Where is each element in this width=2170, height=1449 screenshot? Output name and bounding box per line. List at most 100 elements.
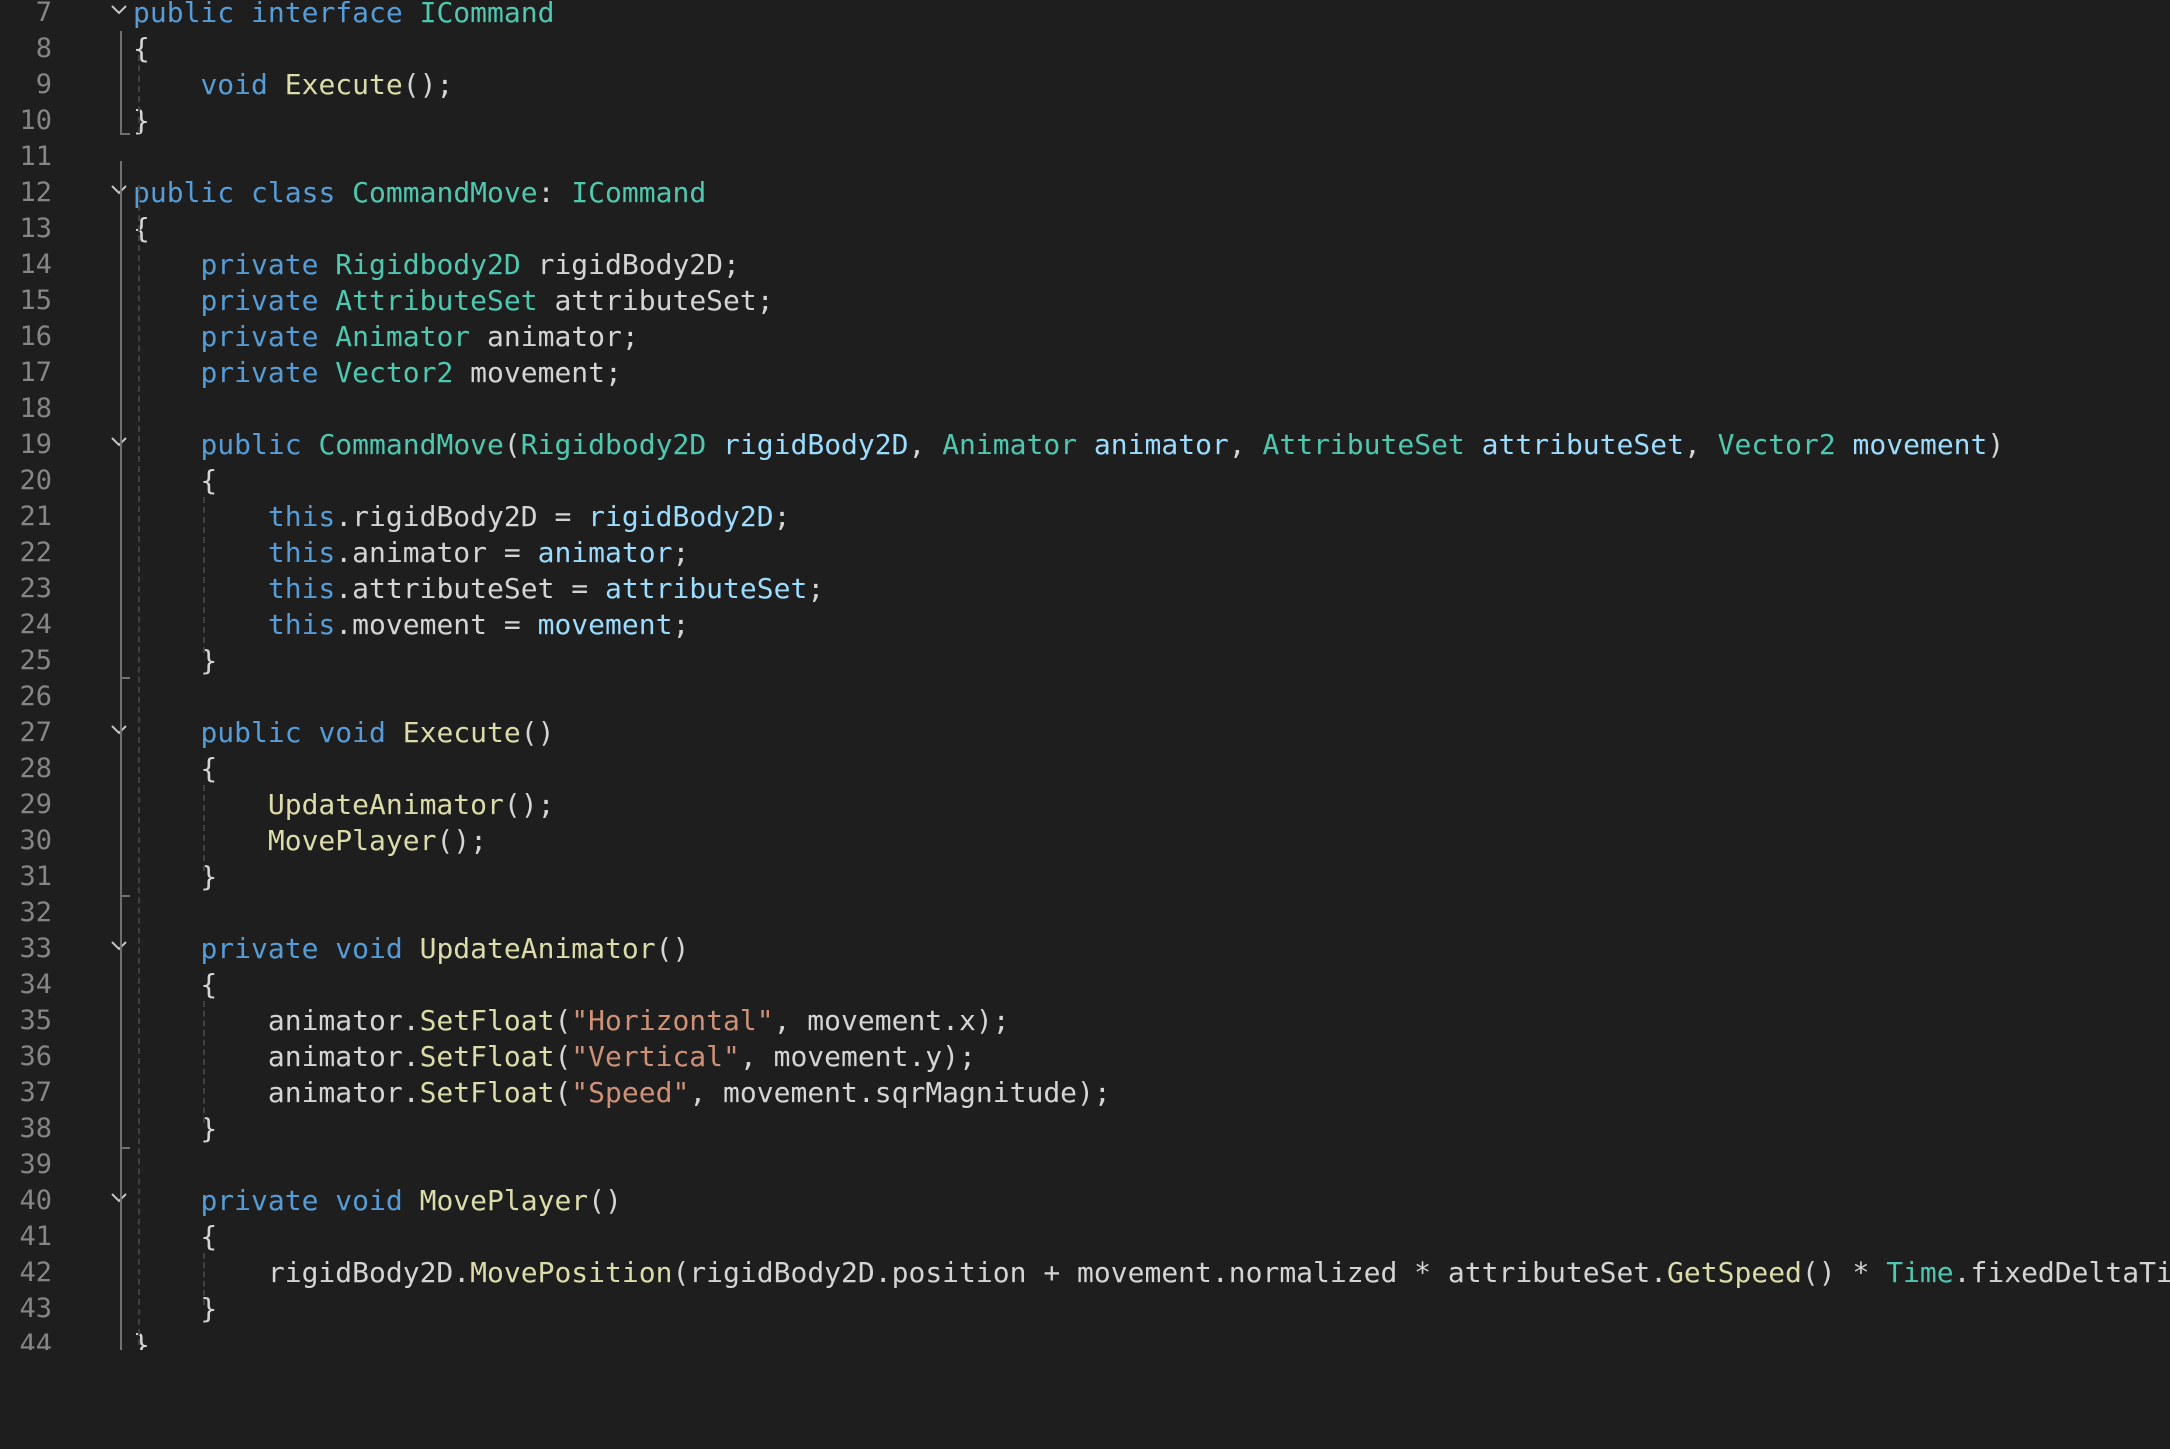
code-line[interactable]: 31 }	[0, 859, 2170, 895]
code-text[interactable]: private Rigidbody2D rigidBody2D;	[133, 247, 739, 283]
code-line[interactable]: 40 private void MovePlayer()	[0, 1183, 2170, 1219]
code-text[interactable]: }	[133, 103, 150, 139]
code-line[interactable]: 20 {	[0, 463, 2170, 499]
code-line[interactable]: 32	[0, 895, 2170, 931]
code-line[interactable]: 41 {	[0, 1219, 2170, 1255]
code-text[interactable]: UpdateAnimator();	[133, 787, 555, 823]
code-line[interactable]: 37 animator.SetFloat("Speed", movement.s…	[0, 1075, 2170, 1111]
code-token: this	[267, 572, 336, 605]
code-text[interactable]: {	[133, 31, 150, 67]
code-line[interactable]: 14 private Rigidbody2D rigidBody2D;	[0, 247, 2170, 283]
code-line[interactable]: 27 public void Execute()	[0, 715, 2170, 751]
code-token: AttributeSet	[1262, 428, 1482, 461]
code-token: ()	[655, 932, 690, 965]
code-text[interactable]: {	[133, 751, 217, 787]
line-number: 15	[19, 285, 52, 316]
code-text[interactable]: {	[133, 967, 217, 1003]
code-line[interactable]: 38 }	[0, 1111, 2170, 1147]
code-token: .animator =	[335, 536, 538, 569]
code-token: public	[200, 716, 319, 749]
code-token: "Speed"	[571, 1076, 690, 1109]
code-text[interactable]: private void UpdateAnimator()	[133, 931, 689, 967]
chevron-down-icon[interactable]	[108, 0, 134, 25]
code-line[interactable]: 12 public class CommandMove: ICommand	[0, 175, 2170, 211]
code-editor[interactable]: 7 public interface ICommand 8{9 void Execu…	[0, 0, 2170, 1449]
code-text[interactable]: this.animator = animator;	[133, 535, 689, 571]
line-number: 36	[19, 1041, 52, 1072]
code-text[interactable]: this.movement = movement;	[133, 607, 689, 643]
code-line[interactable]: 30 MovePlayer();	[0, 823, 2170, 859]
line-number: 23	[19, 573, 52, 604]
code-line[interactable]: 8{	[0, 31, 2170, 67]
code-token: rigidBody2D	[588, 500, 774, 533]
bracket-guide	[120, 455, 122, 679]
code-text[interactable]: rigidBody2D.MovePosition(rigidBody2D.pos…	[133, 1255, 2170, 1291]
code-token: attributeSet	[605, 572, 808, 605]
code-text[interactable]: animator.SetFloat("Speed", movement.sqrM…	[133, 1075, 1111, 1111]
code-line[interactable]: 10}	[0, 103, 2170, 139]
code-line[interactable]: 42 rigidBody2D.MovePosition(rigidBody2D.…	[0, 1255, 2170, 1291]
code-line[interactable]: 19 public CommandMove(Rigidbody2D rigidB…	[0, 427, 2170, 463]
code-text[interactable]: MovePlayer();	[133, 823, 487, 859]
editor-empty-area	[0, 1350, 2170, 1449]
code-line[interactable]: 13 {	[0, 211, 2170, 247]
code-text[interactable]: public CommandMove(Rigidbody2D rigidBody…	[133, 427, 2004, 463]
code-text[interactable]: public void Execute()	[133, 715, 554, 751]
code-text[interactable]: }	[133, 1327, 150, 1350]
indent-guide	[203, 497, 205, 653]
code-line[interactable]: 7 public interface ICommand	[0, 0, 2170, 31]
code-line[interactable]: 36 animator.SetFloat("Vertical", movemen…	[0, 1039, 2170, 1075]
code-line[interactable]: 9 void Execute();	[0, 67, 2170, 103]
code-line[interactable]: 29 UpdateAnimator();	[0, 787, 2170, 823]
code-text[interactable]: private AttributeSet attributeSet;	[133, 283, 773, 319]
code-line[interactable]: 39	[0, 1147, 2170, 1183]
code-token: ,	[1228, 428, 1263, 461]
line-number: 10	[19, 105, 52, 136]
code-line[interactable]: 26	[0, 679, 2170, 715]
code-token: {	[133, 752, 218, 785]
code-area[interactable]: 7 public interface ICommand 8{9 void Execu…	[0, 0, 2170, 1350]
code-token: this	[267, 608, 336, 641]
code-token: CommandMove	[352, 176, 538, 209]
code-line[interactable]: 33 private void UpdateAnimator()	[0, 931, 2170, 967]
code-text[interactable]: {	[133, 463, 217, 499]
code-token: private	[200, 932, 336, 965]
code-text[interactable]: animator.SetFloat("Horizontal", movement…	[133, 1003, 1010, 1039]
code-line[interactable]: 43 }	[0, 1291, 2170, 1327]
code-text[interactable]: animator.SetFloat("Vertical", movement.y…	[133, 1039, 976, 1075]
code-text[interactable]: public interface ICommand	[133, 0, 554, 31]
code-line[interactable]: 25 }	[0, 643, 2170, 679]
code-text[interactable]: {	[133, 211, 150, 247]
code-token: ();	[503, 788, 555, 821]
code-line[interactable]: 21 this.rigidBody2D = rigidBody2D;	[0, 499, 2170, 535]
code-token: SetFloat	[419, 1040, 555, 1073]
code-text[interactable]: this.rigidBody2D = rigidBody2D;	[133, 499, 791, 535]
code-line[interactable]: 17 private Vector2 movement;	[0, 355, 2170, 391]
code-line[interactable]: 15 private AttributeSet attributeSet;	[0, 283, 2170, 319]
code-line[interactable]: 34 {	[0, 967, 2170, 1003]
indent-guide	[138, 185, 140, 1345]
code-line[interactable]: 18	[0, 391, 2170, 427]
code-line[interactable]: 11	[0, 139, 2170, 175]
code-line[interactable]: 23 this.attributeSet = attributeSet;	[0, 571, 2170, 607]
code-token: SetFloat	[419, 1004, 555, 1037]
code-text[interactable]: void Execute();	[133, 67, 453, 103]
code-text[interactable]: private Animator animator;	[133, 319, 638, 355]
code-text[interactable]: {	[133, 1219, 217, 1255]
code-text[interactable]: private void MovePlayer()	[133, 1183, 621, 1219]
code-line[interactable]: 24 this.movement = movement;	[0, 607, 2170, 643]
line-number: 16	[19, 321, 52, 352]
code-text[interactable]: public class CommandMove: ICommand	[133, 175, 706, 211]
code-line[interactable]: 28 {	[0, 751, 2170, 787]
line-number: 31	[19, 861, 52, 892]
line-number: 17	[19, 357, 52, 388]
code-line[interactable]: 44}	[0, 1327, 2170, 1350]
code-line[interactable]: 35 animator.SetFloat("Horizontal", movem…	[0, 1003, 2170, 1039]
code-line[interactable]: 22 this.animator = animator;	[0, 535, 2170, 571]
code-line[interactable]: 16 private Animator animator;	[0, 319, 2170, 355]
code-text[interactable]: private Vector2 movement;	[133, 355, 621, 391]
code-text[interactable]: this.attributeSet = attributeSet;	[133, 571, 824, 607]
